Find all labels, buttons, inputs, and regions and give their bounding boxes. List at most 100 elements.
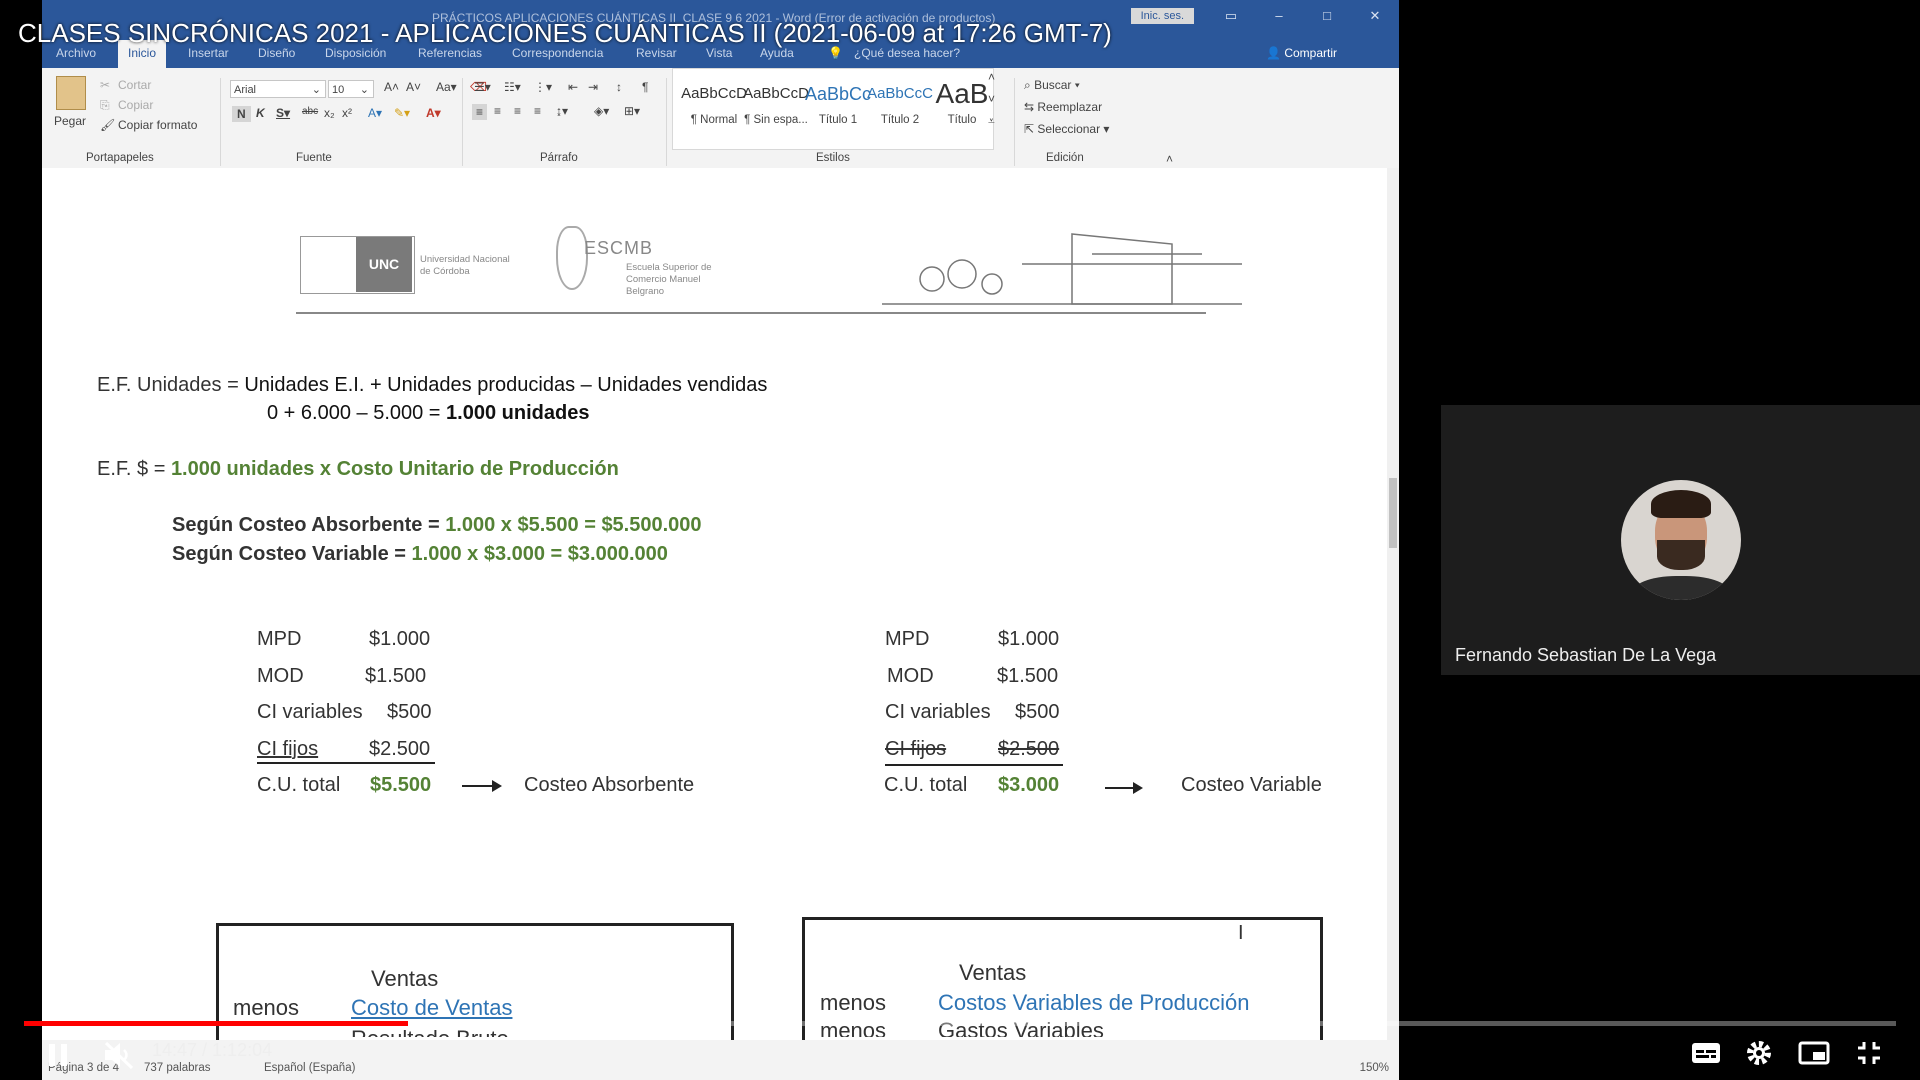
ef-money-label: E.F. $ = [97, 458, 171, 480]
decrease-indent-icon[interactable]: ⇤ [568, 80, 578, 94]
underline-icon[interactable]: S▾ [276, 106, 290, 120]
building-illustration [882, 233, 1242, 305]
ribbon-display-icon[interactable]: ▭ [1223, 8, 1239, 24]
right-cost-value-struck: $2.500 [998, 738, 1060, 760]
increase-indent-icon[interactable]: ⇥ [588, 80, 598, 94]
right-cost-key: MPD [885, 628, 930, 650]
right-cost-key-struck: CI fijos [885, 738, 947, 760]
right-cost-value: $500 [1015, 701, 1060, 723]
scrollbar-thumb[interactable] [1389, 478, 1397, 548]
participant-tile[interactable]: Fernando Sebastian De La Vega [1441, 405, 1920, 675]
grow-font-icon[interactable]: A˄ [384, 80, 399, 94]
right-underline [885, 764, 1063, 766]
paste-button[interactable]: Pegar [54, 114, 86, 128]
escmb-logo: ESCMB [584, 238, 654, 258]
video-title[interactable]: CLASES SINCRÓNICAS 2021 - APLICACIONES C… [18, 18, 1112, 49]
search-icon: ⌕ [1024, 78, 1035, 92]
collapse-ribbon-icon[interactable]: ˄ [1166, 152, 1173, 166]
ef-money-line: E.F. $ = 1.000 unidades x Costo Unitario… [97, 458, 619, 481]
right-cost-key: C.U. total [884, 774, 968, 796]
unc-logo: UNC [356, 237, 412, 292]
italic-icon[interactable]: K [256, 106, 265, 120]
font-name-combo[interactable]: Arial ⌄ [230, 80, 326, 98]
left-cu-total: $5.500 [370, 774, 432, 796]
clipboard-group-label: Portapapeles [86, 152, 154, 164]
align-left-icon[interactable]: ≡ [472, 104, 488, 120]
time-display: 14:47 / 1:12:04 [152, 1040, 273, 1060]
mute-icon[interactable] [102, 1040, 134, 1070]
style-title[interactable]: AaB Título [924, 80, 1000, 138]
signin-button[interactable]: Inic. ses. [1130, 8, 1194, 24]
sort-icon[interactable]: ↕ [616, 80, 622, 94]
player-controls [0, 1028, 1920, 1080]
multilevel-list-icon[interactable]: ⋮▾ [534, 80, 552, 94]
unc-logo-text: Universidad Nacional de Córdoba [420, 254, 510, 277]
line-spacing-icon[interactable]: ↨▾ [556, 104, 568, 118]
change-case-icon[interactable]: Aa▾ [436, 80, 457, 94]
justify-icon[interactable]: ≡ [534, 104, 541, 118]
right-ventas: Ventas [959, 960, 1027, 985]
settings-gear-icon[interactable] [1745, 1039, 1773, 1067]
left-cost-key: CI variables [257, 701, 363, 723]
select-button[interactable]: ⇱ Seleccionar ▾ [1024, 122, 1109, 136]
cut-icon[interactable]: ✂ [100, 78, 110, 92]
progress-played [24, 1021, 408, 1026]
text-effects-icon[interactable]: A▾ [368, 106, 382, 120]
shading-icon[interactable]: ◈▾ [594, 104, 609, 118]
escmb-logo-text: Escuela Superior de Comercio Manuel Belg… [626, 262, 712, 297]
font-size-combo[interactable]: 10 ⌄ [328, 80, 374, 98]
separator [666, 78, 667, 166]
ef-units-result: 1.000 unidades [446, 402, 590, 424]
ef-units-calc-line: 0 + 6.000 – 5.000 = 1.000 unidades [267, 402, 589, 425]
left-cost-value: $500 [387, 701, 432, 723]
subscript-icon[interactable]: x₂ [324, 106, 335, 120]
chevron-down-icon: ⌄ [359, 84, 369, 96]
strikethrough-icon[interactable]: abc [302, 106, 318, 117]
miniplayer-icon[interactable] [1798, 1041, 1830, 1065]
replace-button[interactable]: ⇆ Reemplazar [1024, 100, 1102, 114]
format-painter-button[interactable]: Copiar formato [118, 118, 197, 132]
minimize-icon[interactable]: – [1271, 8, 1287, 23]
maximize-icon[interactable]: □ [1319, 8, 1335, 23]
right-cost-value: $1.000 [998, 628, 1060, 650]
pilcrow-icon[interactable]: ¶ [642, 80, 648, 94]
align-center-icon[interactable]: ≡ [494, 104, 501, 118]
right-costos-variables: Costos Variables de Producción [938, 990, 1250, 1015]
font-color-icon[interactable]: A▾ [426, 106, 441, 120]
highlight-icon[interactable]: ✎▾ [394, 106, 410, 120]
copy-button[interactable]: Copiar [118, 98, 153, 112]
cursor-icon: ⇱ [1024, 122, 1038, 136]
find-button[interactable]: ⌕ Buscar ▾ [1024, 78, 1080, 93]
subtitles-icon[interactable] [1691, 1041, 1721, 1065]
left-cost-key: CI fijos [257, 738, 319, 760]
copy-icon[interactable]: ⎘ [100, 98, 110, 113]
paste-icon[interactable] [56, 76, 86, 110]
left-cost-key: MOD [257, 665, 304, 687]
share-button[interactable]: 👤 Compartir [1266, 46, 1337, 60]
chevron-down-icon[interactable]: ˅ [988, 92, 995, 106]
format-painter-icon[interactable]: 🖌 [100, 118, 115, 132]
left-ventas: Ventas [371, 966, 439, 991]
borders-icon[interactable]: ⊞▾ [624, 104, 640, 118]
styles-group-label: Estilos [816, 152, 850, 164]
numbering-icon[interactable]: ☷▾ [504, 80, 521, 94]
left-costo-ventas: Costo de Ventas [351, 995, 513, 1020]
more-styles-icon[interactable]: ⩡ [988, 114, 995, 129]
participant-name: Fernando Sebastian De La Vega [1455, 645, 1717, 665]
bold-icon[interactable]: N [232, 106, 251, 122]
pause-icon[interactable] [46, 1042, 70, 1068]
progress-bar[interactable] [24, 1021, 1896, 1026]
shrink-font-icon[interactable]: A˅ [406, 80, 421, 94]
align-right-icon[interactable]: ≡ [514, 104, 521, 118]
left-cost-key: MPD [257, 628, 302, 650]
cut-button[interactable]: Cortar [118, 78, 151, 92]
font-group-label: Fuente [296, 152, 332, 164]
chevron-up-icon[interactable]: ˄ [988, 70, 995, 84]
avatar [1621, 480, 1741, 600]
absorbente-label: Según Costeo Absorbente = [172, 514, 446, 536]
bullets-icon[interactable]: ☰▾ [474, 80, 491, 94]
exit-fullscreen-icon[interactable] [1856, 1040, 1882, 1066]
close-icon[interactable]: ✕ [1367, 8, 1383, 24]
superscript-icon[interactable]: x² [342, 106, 352, 120]
vertical-scrollbar[interactable] [1387, 168, 1399, 1040]
